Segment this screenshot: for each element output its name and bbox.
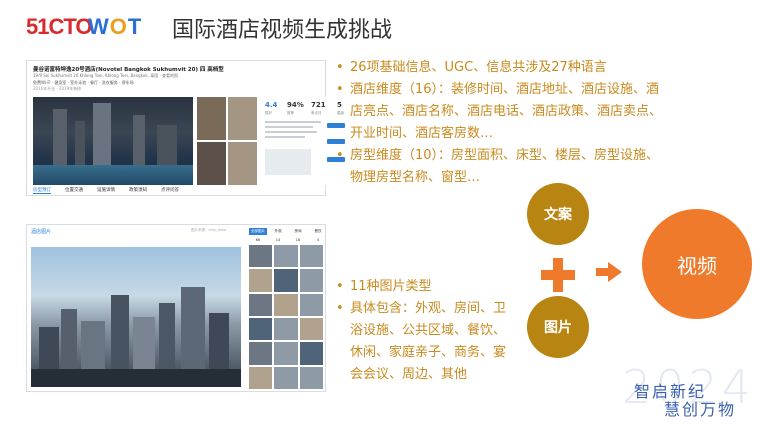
thumbnail[interactable] bbox=[249, 293, 273, 316]
score-value: 4.4 bbox=[265, 101, 278, 109]
thumbnail[interactable] bbox=[299, 293, 323, 316]
thumbnail[interactable] bbox=[299, 317, 323, 341]
thumbnail[interactable] bbox=[274, 293, 298, 316]
hotel-detail-screenshot: 曼谷诺富特坤逸20号酒店(Novotel Bangkok Sukhumvit 2… bbox=[26, 60, 349, 196]
thumbnail[interactable] bbox=[197, 142, 226, 185]
thumbnail[interactable] bbox=[299, 269, 323, 292]
slide-title: 国际酒店视频生成挑战 bbox=[172, 18, 393, 43]
thumbnail[interactable] bbox=[299, 366, 323, 389]
thumbnail[interactable] bbox=[274, 269, 298, 292]
bullet-item: 11种图片类型 bbox=[336, 276, 516, 298]
thumbnail[interactable] bbox=[197, 97, 226, 140]
tab-count: 18 bbox=[295, 238, 301, 242]
bullet-item: 酒店维度（16）：装修时间、酒店地址、酒店设施、酒店亮点、酒店名称、酒店电话、酒… bbox=[336, 79, 666, 145]
hotel-address: 19/9 Soi Sukhumvit 20 Khlong Toei, Khlon… bbox=[33, 73, 179, 78]
image-thumbnail-grid bbox=[249, 245, 323, 389]
tab-room-booking[interactable]: 房型预订 bbox=[33, 187, 51, 194]
image-category-tabs: 全部图片 外观 房间 餐饮 66 14 18 4 bbox=[249, 228, 327, 243]
hotel-thumbnail-grid[interactable] bbox=[197, 97, 257, 185]
thumbnail[interactable] bbox=[228, 97, 257, 140]
thumbnail[interactable] bbox=[274, 366, 298, 389]
tab-count: 66 bbox=[255, 238, 261, 242]
thumbnail[interactable] bbox=[249, 245, 273, 268]
logo-wot: WOT bbox=[88, 14, 142, 40]
video-label: 视频 bbox=[677, 253, 717, 278]
bullet-item: 房型维度（10）：房型面积、床型、楼层、房型设施、物理房型名称、窗型… bbox=[336, 145, 666, 189]
tab-count: 14 bbox=[275, 238, 281, 242]
arrow-right-icon bbox=[596, 262, 622, 282]
hotel-main-photo[interactable] bbox=[33, 97, 193, 185]
score-caption: 很好 bbox=[265, 111, 272, 115]
thumbnail[interactable] bbox=[274, 245, 298, 268]
tab-exterior[interactable]: 外观 bbox=[269, 228, 287, 235]
tab-facilities[interactable]: 设施详情 bbox=[97, 187, 115, 194]
thumbnail[interactable] bbox=[274, 317, 298, 341]
logo-wot-t: T bbox=[127, 14, 143, 39]
bullet-item: 26项基础信息、UGC、信息共涉及27种语言 bbox=[336, 57, 666, 79]
map-thumbnail[interactable] bbox=[265, 149, 311, 175]
thumbnail[interactable] bbox=[299, 245, 323, 268]
recommend-percent: 94% bbox=[287, 101, 304, 109]
bullet-item: 具体包含：外观、房间、卫浴设施、公共区域、餐饮、休闲、家庭亲子、商务、宴会会议、… bbox=[336, 298, 516, 386]
tab-count: 4 bbox=[316, 238, 320, 242]
tab-dining[interactable]: 餐饮 bbox=[309, 228, 327, 235]
plus-icon bbox=[541, 258, 575, 292]
thumbnail[interactable] bbox=[228, 142, 257, 185]
logo-wot-w: W bbox=[88, 14, 110, 39]
hotel-images-title: 酒店图片 bbox=[31, 229, 52, 235]
hotel-name: 曼谷诺富特坤逸20号酒店(Novotel Bangkok Sukhumvit 2… bbox=[33, 67, 224, 73]
hotel-city-photo[interactable] bbox=[31, 247, 241, 387]
info-bullets: 26项基础信息、UGC、信息共涉及27种语言 酒店维度（16）：装修时间、酒店地… bbox=[336, 57, 666, 189]
image-source: 图片来源：ctrip_data bbox=[191, 228, 227, 232]
logo-51cto: 51CTO bbox=[26, 14, 93, 39]
thumbnail[interactable] bbox=[299, 342, 323, 365]
text-label: 文案 bbox=[544, 207, 572, 223]
hotel-images-screenshot: 酒店图片 图片来源：ctrip_data 全部图片 外观 房间 餐饮 66 14… bbox=[26, 224, 326, 392]
hotel-tabs: 房型预订 位置交通 设施详情 政策须知 点评问答 bbox=[33, 187, 179, 194]
tab-rooms[interactable]: 房间 bbox=[289, 228, 307, 235]
tab-all-images[interactable]: 全部图片 bbox=[249, 228, 267, 235]
recommend-caption: 推荐 bbox=[287, 111, 294, 115]
text-circle: 文案 bbox=[527, 183, 589, 245]
hotel-open-info: 2016年开业 · 2019年装修 bbox=[33, 86, 82, 91]
image-type-bullets: 11种图片类型 具体包含：外观、房间、卫浴设施、公共区域、餐饮、休闲、家庭亲子、… bbox=[336, 276, 516, 386]
slogan-line-2: 慧创万物 bbox=[664, 400, 737, 419]
logo-wot-o: O bbox=[109, 14, 128, 39]
image-label: 图片 bbox=[544, 320, 572, 336]
thumbnail[interactable] bbox=[249, 317, 273, 341]
tab-policy[interactable]: 政策须知 bbox=[129, 187, 147, 194]
tab-location[interactable]: 位置交通 bbox=[65, 187, 83, 194]
thumbnail[interactable] bbox=[249, 269, 273, 292]
tab-reviews[interactable]: 点评问答 bbox=[161, 187, 179, 194]
video-circle: 视频 bbox=[642, 209, 752, 319]
review-count: 721 bbox=[311, 101, 326, 109]
thumbnail[interactable] bbox=[249, 366, 273, 389]
thumbnail[interactable] bbox=[249, 342, 273, 365]
image-circle: 图片 bbox=[527, 296, 589, 358]
review-caption: 条点评 bbox=[311, 111, 322, 115]
thumbnail[interactable] bbox=[274, 342, 298, 365]
